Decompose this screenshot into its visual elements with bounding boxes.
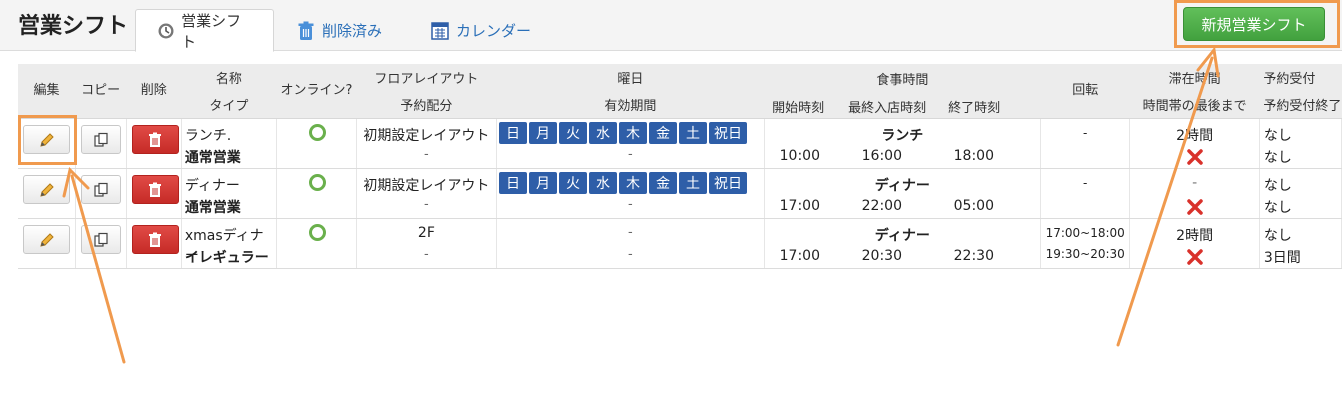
- annotation-arrows: [62, 46, 1220, 364]
- arrow-to-new-button: [1116, 46, 1220, 347]
- arrow-to-edit-button: [62, 167, 126, 364]
